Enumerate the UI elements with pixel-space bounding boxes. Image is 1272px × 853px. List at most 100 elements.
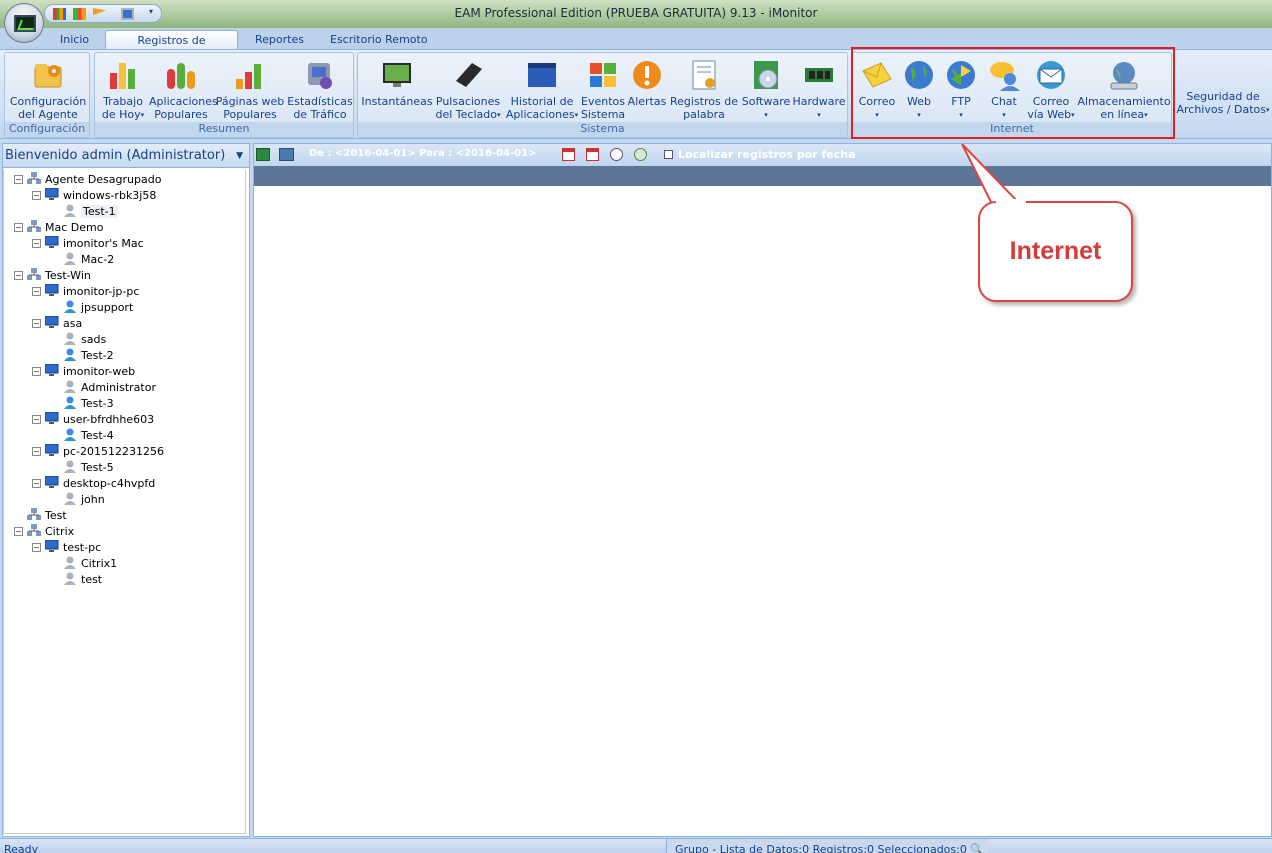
flag-icon[interactable] xyxy=(93,8,106,16)
eventos-button[interactable]: Eventos Sistema xyxy=(580,53,626,123)
screen-icon[interactable] xyxy=(121,8,134,20)
aplicaciones-populares-button[interactable]: Aplicaciones Populares xyxy=(149,53,218,123)
tree-node[interactable]: john xyxy=(50,492,105,508)
collapse-icon[interactable]: − xyxy=(32,479,41,488)
collapse-icon[interactable]: − xyxy=(32,543,41,552)
collapse-icon[interactable]: − xyxy=(32,191,41,200)
tree-node[interactable]: − Mac Demo xyxy=(14,220,103,236)
tree-node[interactable]: Test-1 xyxy=(50,204,118,220)
tree-node-label: pc-201512231256 xyxy=(63,445,164,458)
tree-node[interactable]: Test-2 xyxy=(50,348,114,364)
tree-node[interactable]: − imonitor's Mac xyxy=(32,236,144,252)
tree-node[interactable]: Test-3 xyxy=(50,396,114,412)
alertas-button[interactable]: Alertas xyxy=(626,53,668,123)
tree-node[interactable]: − user-bfrdhhe603 xyxy=(32,412,154,428)
tree-node-label: Test-Win xyxy=(45,269,91,282)
tree-node[interactable]: Test-4 xyxy=(50,428,114,444)
seguridad-button[interactable]: Seguridad de Archivos / Datos▾ xyxy=(1176,90,1270,130)
estadisticas-button[interactable]: Estadísticas de Tráfico xyxy=(287,53,353,123)
locate-checkbox[interactable] xyxy=(664,150,673,159)
tree-node[interactable]: test xyxy=(50,572,102,588)
tree-node[interactable]: Administrator xyxy=(50,380,156,396)
tree-node[interactable]: − Citrix xyxy=(14,524,74,540)
tree-node[interactable]: sads xyxy=(50,332,106,348)
chart-icon[interactable] xyxy=(53,8,66,20)
collapse-icon[interactable]: − xyxy=(32,447,41,456)
paginas-web-button[interactable]: Páginas web Populares xyxy=(215,53,285,123)
collapse-icon[interactable]: − xyxy=(14,271,23,280)
search-icon[interactable]: 🔍 xyxy=(970,843,984,853)
chevron-down-icon[interactable]: ▼ xyxy=(236,144,243,168)
user-icon xyxy=(63,300,81,314)
calendar-from-icon[interactable] xyxy=(562,148,575,161)
collapse-icon[interactable]: − xyxy=(14,527,23,536)
collapse-icon[interactable]: − xyxy=(14,175,23,184)
collapse-icon[interactable]: − xyxy=(32,239,41,248)
hardware-label: Hardware xyxy=(792,95,846,108)
historial-label: Historial de Aplicaciones xyxy=(505,95,575,121)
tab-reportes[interactable]: Reportes xyxy=(245,30,314,50)
alert-icon xyxy=(631,59,663,91)
tree-node[interactable]: − asa xyxy=(32,316,82,332)
tree-node[interactable]: Mac-2 xyxy=(50,252,114,268)
collapse-icon[interactable]: − xyxy=(32,367,41,376)
user-icon xyxy=(63,428,81,442)
trabajo-hoy-button[interactable]: Trabajo de Hoy▾ xyxy=(97,53,149,123)
collapse-icon[interactable]: − xyxy=(32,287,41,296)
tree-node-label: test-pc xyxy=(63,541,102,554)
tab-inicio[interactable]: Inicio xyxy=(50,30,99,50)
tree-node-label: Agente Desagrupado xyxy=(45,173,162,186)
historial-button[interactable]: Historial de Aplicaciones▾ xyxy=(504,53,580,123)
main-toolbar: De : <2016-04-01> Para : <2016-04-01> Lo… xyxy=(254,144,1271,166)
software-button[interactable]: Software ▾ xyxy=(740,53,792,123)
tree-node-label: Citrix xyxy=(45,525,75,538)
group-icon xyxy=(27,524,45,538)
circuit-board-icon xyxy=(803,59,835,91)
tree-node-label: desktop-c4hvpfd xyxy=(63,477,156,490)
calendar-to-icon[interactable] xyxy=(586,148,599,161)
collapse-icon[interactable]: − xyxy=(32,415,41,424)
customize-qat-icon[interactable]: ▾ xyxy=(149,7,153,16)
tree-node-label: imonitor-jp-pc xyxy=(63,285,140,298)
window-icon xyxy=(526,59,558,91)
tree-node-label: asa xyxy=(63,317,83,330)
config-agente-button[interactable]: Configuración del Agente xyxy=(7,53,89,123)
tree-node[interactable]: jpsupport xyxy=(50,300,133,316)
computer-icon xyxy=(45,444,63,458)
tab-registros-equipos[interactable]: Registros de Equipos xyxy=(105,30,238,66)
tree-node-label: Test-1 xyxy=(81,205,118,218)
collapse-icon[interactable]: − xyxy=(32,319,41,328)
pulsaciones-button[interactable]: Pulsaciones del Teclado▾ xyxy=(434,53,502,123)
tree-node[interactable]: − test-pc xyxy=(32,540,101,556)
hardware-button[interactable]: Hardware ▾ xyxy=(792,53,846,123)
tree-node[interactable]: Test xyxy=(14,508,67,524)
tree-node-label: windows-rbk3j58 xyxy=(63,189,157,202)
refresh-icon[interactable] xyxy=(634,148,647,161)
instantaneas-button[interactable]: Instantáneas xyxy=(360,53,434,123)
tree-node[interactable]: − imonitor-jp-pc xyxy=(32,284,139,300)
status-bar: Ready Grupo - Lista de Datos:0 Registros… xyxy=(0,838,1272,853)
tree-node[interactable]: − imonitor-web xyxy=(32,364,135,380)
tree-node[interactable]: − Agente Desagrupado xyxy=(14,172,161,188)
user-icon xyxy=(63,380,81,394)
tree-node[interactable]: − windows-rbk3j58 xyxy=(32,188,156,204)
tree-node[interactable]: − Test-Win xyxy=(14,268,91,284)
export-icon[interactable] xyxy=(279,148,294,161)
bars-icon[interactable] xyxy=(73,8,86,20)
clock-icon[interactable] xyxy=(610,148,623,161)
registros-palabra-button[interactable]: Registros de palabra clave xyxy=(668,53,740,134)
tree-node[interactable]: Test-5 xyxy=(50,460,114,476)
tab-escritorio-remoto[interactable]: Escritorio Remoto xyxy=(320,30,438,50)
title-bar: EAM Professional Edition (PRUEBA GRATUIT… xyxy=(0,0,1272,28)
column-header-bar xyxy=(254,166,1271,186)
tree-node[interactable]: Citrix1 xyxy=(50,556,117,572)
collapse-icon[interactable]: − xyxy=(14,223,23,232)
excel-icon[interactable] xyxy=(256,148,270,161)
group-icon xyxy=(27,172,45,186)
group-label: Configuración xyxy=(5,122,89,137)
document-key-icon xyxy=(688,59,720,91)
app-menu-button[interactable] xyxy=(4,3,44,43)
tree-node[interactable]: − pc-201512231256 xyxy=(32,444,164,460)
user-icon xyxy=(63,460,81,474)
tree-node[interactable]: − desktop-c4hvpfd xyxy=(32,476,155,492)
